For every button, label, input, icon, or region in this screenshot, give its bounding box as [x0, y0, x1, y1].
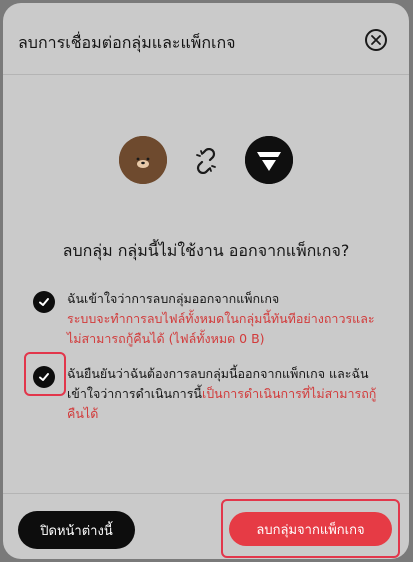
checkbox-2[interactable] [33, 366, 55, 388]
check-icon [39, 298, 49, 306]
brand-logo-icon [245, 136, 293, 184]
checkbox-1[interactable] [33, 291, 55, 313]
unlink-icon [196, 148, 216, 174]
check-icon [39, 373, 49, 381]
checkbox-1-text: ฉันเข้าใจว่าการลบกลุ่มออกจากแพ็กเกจ [67, 291, 280, 306]
dialog-header: ลบการเชื่อมต่อกลุ่มและแพ็กเกจ [3, 3, 409, 75]
remove-button-highlight: ลบกลุ่มจากแพ็กเกจ [221, 499, 400, 558]
dialog-footer: ปิดหน้าต่างนี้ ลบกลุ่มจากแพ็กเกจ [3, 493, 409, 559]
checkbox-1-label: ฉันเข้าใจว่าการลบกลุ่มออกจากแพ็กเกจระบบจ… [67, 289, 387, 349]
close-button[interactable] [365, 29, 387, 51]
checkbox-1-warning: ระบบจะทำการลบไฟล์ทั้งหมดในกลุ่มนี้ทันทีอ… [67, 311, 375, 346]
dialog-title: ลบการเชื่อมต่อกลุ่มและแพ็กเกจ [18, 33, 236, 52]
close-window-button[interactable]: ปิดหน้าต่างนี้ [18, 511, 135, 549]
group-avatar-icon [119, 136, 167, 184]
confirm-question: ลบกลุ่ม กลุ่มนี้ไม่ใช้งาน ออกจากแพ็กเกจ? [62, 241, 350, 260]
close-icon [371, 35, 381, 45]
remove-connection-dialog: ลบการเชื่อมต่อกลุ่มและแพ็กเกจ ลบกลุ่ม กล… [3, 3, 409, 559]
connection-icons [3, 136, 409, 188]
remove-group-button[interactable]: ลบกลุ่มจากแพ็กเกจ [229, 512, 392, 546]
checkbox-2-label: ฉันยืนยันว่าฉันต้องการลบกลุ่มนี้ออกจากแพ… [67, 364, 387, 424]
